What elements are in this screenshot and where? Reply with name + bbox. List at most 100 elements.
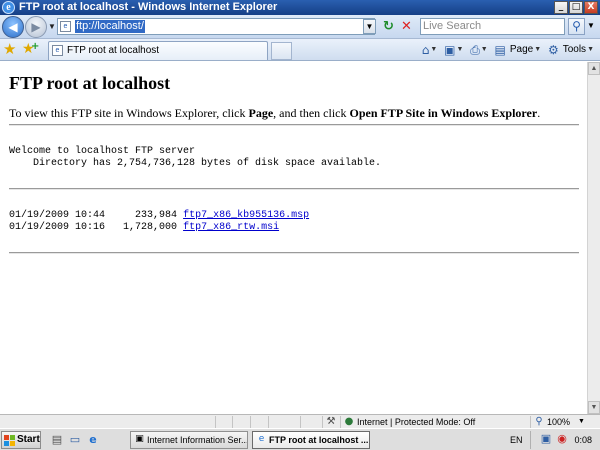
protected-mode-icon[interactable]: ⚒: [325, 416, 337, 428]
taskbar-button-label: FTP root at localhost ...: [269, 435, 369, 445]
file-row: 01/19/2009 10:44 233,984 ftp7_x86_kb95513…: [9, 210, 309, 222]
alert-tray-icon[interactable]: ◉: [555, 431, 569, 447]
start-button[interactable]: Start: [1, 431, 41, 449]
file-link[interactable]: ftp7_x86_kb955136.msp: [183, 210, 309, 221]
feeds-dropdown-icon[interactable]: ▼: [456, 42, 463, 58]
server-manager-quicklaunch-icon[interactable]: ▤: [50, 432, 64, 448]
favorites-star-icon[interactable]: ★: [3, 41, 19, 57]
language-indicator[interactable]: EN: [510, 433, 523, 447]
vertical-scrollbar[interactable]: ▲ ▼: [587, 62, 600, 414]
print-dropdown-icon[interactable]: ▼: [481, 42, 488, 58]
tab-ftp-root[interactable]: e FTP root at localhost: [48, 41, 268, 60]
intro-prefix: To view this FTP site in Windows Explore…: [9, 106, 249, 120]
home-icon[interactable]: ⌂: [422, 42, 430, 58]
title-bar: e FTP root at localhost - Windows Intern…: [0, 0, 600, 15]
windows-taskbar: Start ▤ ▭ e ▣ Internet Information Ser..…: [0, 428, 600, 450]
navigation-bar: ◀ ▶ ▼ e ftp://localhost/ ▼ ↻ ✕ ⚲ ▼: [0, 15, 600, 39]
maximize-button[interactable]: □: [569, 1, 583, 14]
status-divider: [215, 416, 216, 428]
forward-button[interactable]: ▶: [25, 16, 47, 38]
intro-open: Open FTP Site in Windows Explorer: [349, 106, 538, 120]
iis-manager-icon: ▣: [135, 434, 144, 444]
page-icon: e: [60, 21, 71, 32]
window-title: FTP root at localhost - Windows Internet…: [19, 1, 278, 13]
start-label: Start: [17, 434, 40, 445]
tools-gear-icon[interactable]: ⚙: [548, 42, 559, 58]
ie-icon: e: [258, 434, 265, 444]
file-row: 01/19/2009 10:16 1,728,000 ftp7_x86_rtw.m…: [9, 222, 279, 234]
page-menu-icon[interactable]: ▤: [495, 42, 506, 58]
status-divider: [250, 416, 251, 428]
status-divider: [268, 416, 269, 428]
tab-label: FTP root at localhost: [67, 45, 160, 56]
status-divider: [300, 416, 301, 428]
zoom-level[interactable]: 100%: [547, 415, 570, 429]
ie-window: e FTP root at localhost - Windows Intern…: [0, 0, 600, 450]
command-bar: ⌂▼ ▣▼ ⎙▼ ▤ Page▼ ⚙ Tools▼: [418, 42, 594, 58]
tools-dropdown-icon[interactable]: ▼: [587, 42, 594, 58]
tab-page-icon: e: [52, 45, 63, 56]
taskbar-button-label: Internet Information Ser...: [147, 435, 248, 445]
divider: [9, 188, 579, 190]
tools-menu[interactable]: Tools: [563, 42, 586, 58]
clock[interactable]: 0:08: [574, 433, 592, 447]
history-dropdown-icon[interactable]: ▼: [48, 22, 56, 31]
divider: [9, 252, 579, 254]
zoom-icon[interactable]: ⚲: [533, 416, 545, 428]
scroll-up-arrow-icon[interactable]: ▲: [588, 62, 600, 75]
ie-quicklaunch-icon[interactable]: e: [86, 432, 100, 448]
directory-info: Directory has 2,754,736,128 bytes of dis…: [33, 158, 382, 169]
file-date: 01/19/2009: [9, 210, 70, 221]
search-input[interactable]: [423, 20, 561, 33]
ie-logo-icon: e: [2, 1, 15, 14]
search-box[interactable]: [420, 18, 565, 35]
address-bar[interactable]: e ftp://localhost/: [57, 18, 375, 35]
network-tray-icon[interactable]: ▣: [539, 431, 553, 447]
taskbar-button-ie[interactable]: e FTP root at localhost ...: [252, 431, 370, 449]
feeds-icon[interactable]: ▣: [444, 42, 455, 58]
home-dropdown-icon[interactable]: ▼: [430, 42, 437, 58]
security-zone-text[interactable]: Internet | Protected Mode: Off: [357, 415, 475, 429]
close-button[interactable]: X: [584, 1, 598, 14]
file-time: 10:16: [75, 222, 106, 233]
page-content: FTP root at localhost To view this FTP s…: [0, 62, 587, 414]
file-time: 10:44: [75, 210, 106, 221]
page-heading: FTP root at localhost: [9, 73, 171, 93]
page-menu[interactable]: Page: [510, 42, 533, 58]
zoom-dropdown-icon[interactable]: ▼: [578, 415, 585, 429]
search-icon[interactable]: ⚲: [568, 18, 585, 35]
intro-middle: , and then click: [273, 106, 350, 120]
status-divider: [530, 416, 531, 428]
status-divider: [232, 416, 233, 428]
windows-flag-icon: [4, 435, 15, 446]
file-link[interactable]: ftp7_x86_rtw.msi: [183, 222, 279, 233]
scroll-down-arrow-icon[interactable]: ▼: [588, 401, 600, 414]
minimize-button[interactable]: _: [554, 1, 568, 14]
intro-text: To view this FTP site in Windows Explore…: [9, 106, 540, 121]
add-favorites-icon[interactable]: ★ +: [22, 41, 39, 57]
intro-suffix: .: [537, 106, 541, 120]
file-size: 233,984: [135, 210, 178, 221]
refresh-icon[interactable]: ↻: [380, 18, 397, 35]
taskbar-button-iis[interactable]: ▣ Internet Information Ser...: [130, 431, 248, 449]
back-button[interactable]: ◀: [2, 16, 24, 38]
stop-icon[interactable]: ✕: [398, 18, 415, 35]
status-bar: ⚒ ● Internet | Protected Mode: Off ⚲ 100…: [0, 414, 600, 428]
status-divider: [340, 416, 341, 428]
intro-page: Page: [248, 106, 274, 120]
address-dropdown-icon[interactable]: ▼: [363, 19, 376, 34]
status-divider: [322, 416, 323, 428]
system-tray: ▣ ◉ 0:08: [530, 431, 600, 449]
address-url[interactable]: ftp://localhost/: [75, 20, 145, 33]
page-dropdown-icon[interactable]: ▼: [534, 42, 541, 58]
file-date: 01/19/2009: [9, 222, 70, 233]
internet-zone-globe-icon: ●: [344, 416, 354, 427]
new-tab-button[interactable]: [271, 42, 292, 60]
file-size: 1,728,000: [123, 222, 178, 233]
print-icon[interactable]: ⎙: [470, 42, 480, 58]
welcome-message: Welcome to localhost FTP server: [9, 146, 196, 157]
tab-bar: ★ ★ + e FTP root at localhost ⌂▼ ▣▼ ⎙▼ ▤ P…: [0, 39, 600, 61]
divider: [9, 124, 579, 126]
search-options-dropdown-icon[interactable]: ▼: [587, 21, 595, 30]
show-desktop-quicklaunch-icon[interactable]: ▭: [68, 432, 82, 448]
